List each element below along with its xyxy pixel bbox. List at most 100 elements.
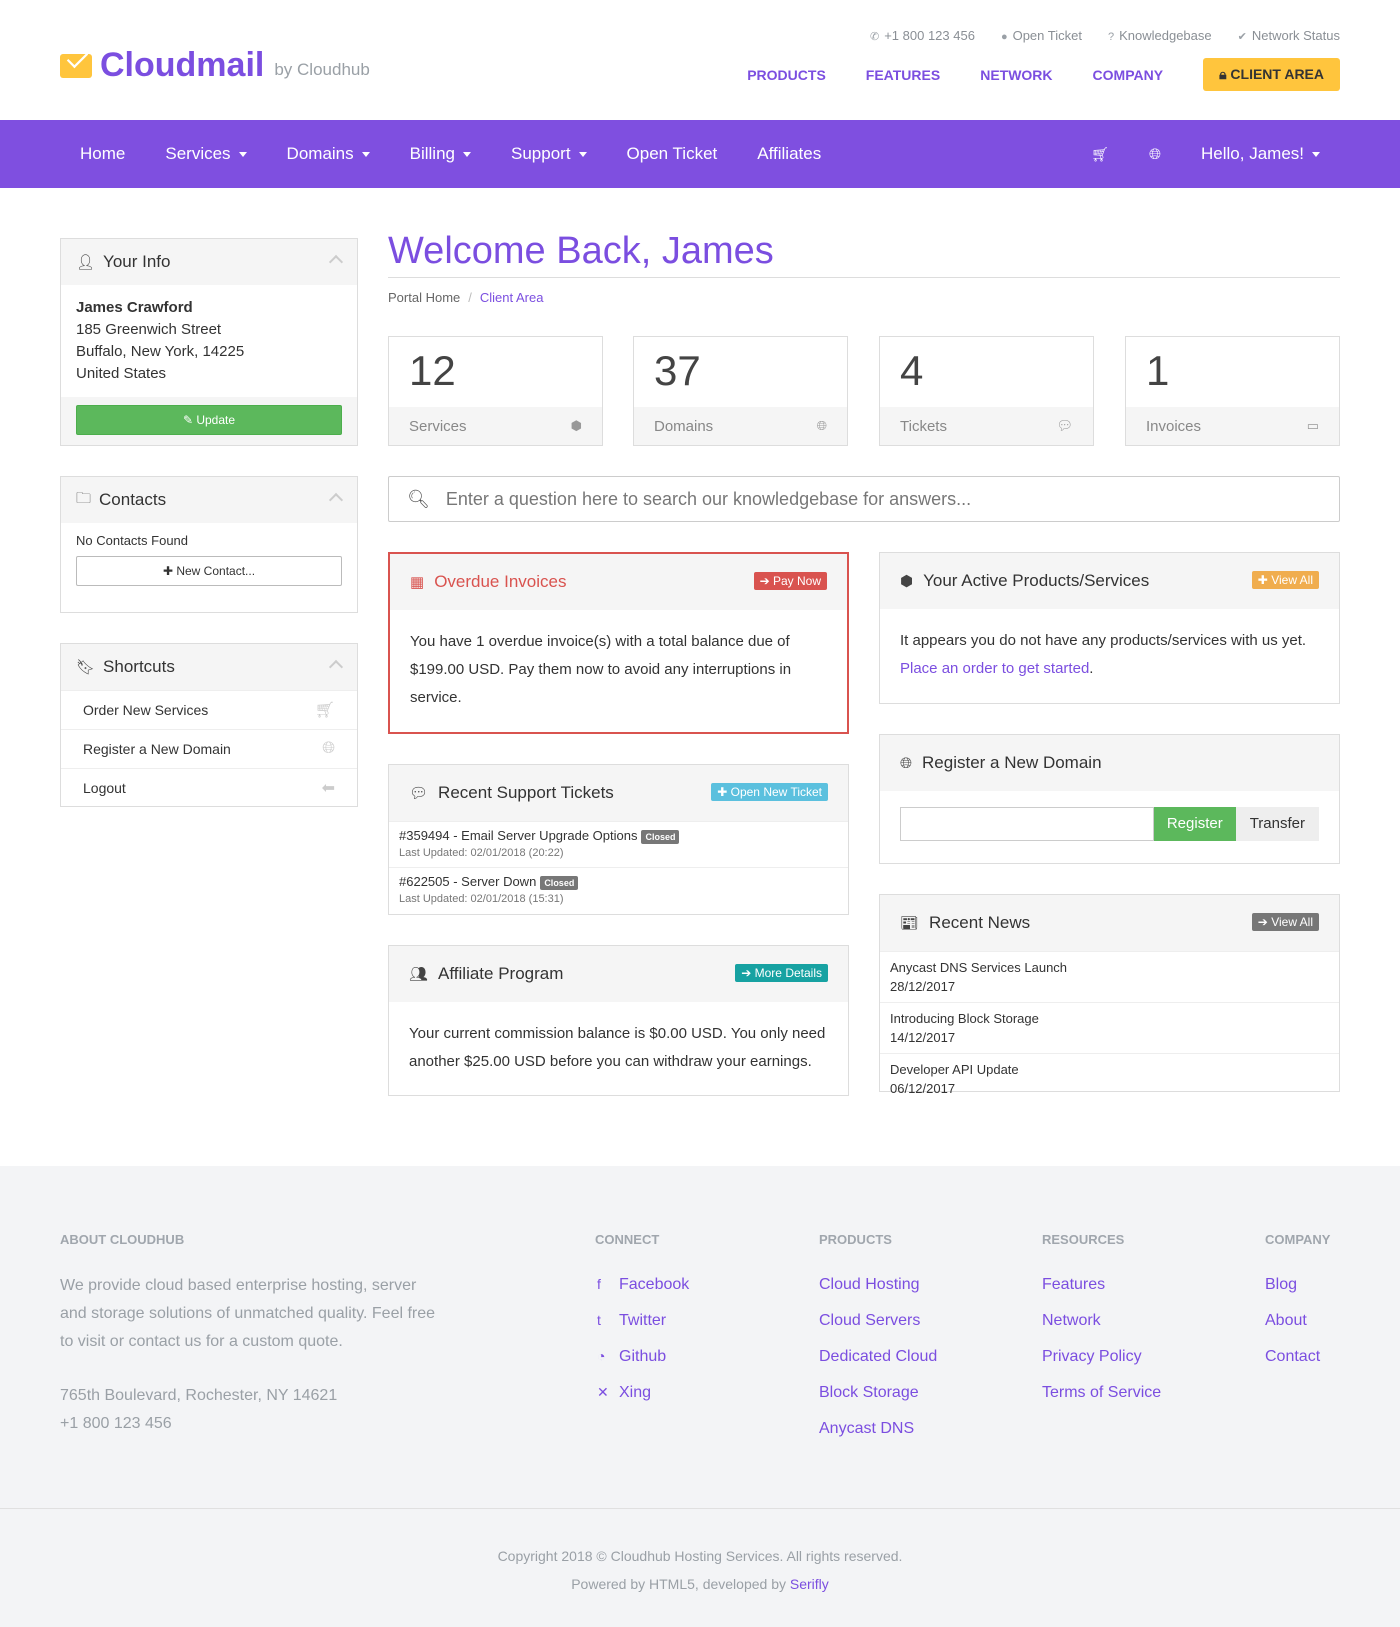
- address-line: 185 Greenwich Street: [76, 321, 222, 338]
- more-details-button[interactable]: ➔ More Details: [735, 964, 828, 982]
- nav-services[interactable]: Services: [145, 144, 266, 164]
- knowledgebase-search-input[interactable]: 🔍︎ Enter a question here to search our kn…: [388, 476, 1340, 522]
- comment-icon: ●: [1000, 30, 1008, 43]
- footer-link[interactable]: Block Storage: [819, 1384, 937, 1420]
- nav-company[interactable]: COMPANY: [1093, 67, 1164, 83]
- view-all-news-button[interactable]: ➔ View All: [1251, 913, 1319, 931]
- panel-heading[interactable]: 👤︎ Your Info: [61, 239, 357, 285]
- footer-link[interactable]: Contact: [1265, 1348, 1320, 1384]
- developer-link[interactable]: Serifly: [790, 1576, 829, 1592]
- news-item[interactable]: Introducing Block Storage 14/12/2017: [880, 1002, 1339, 1053]
- nav-features[interactable]: FEATURES: [866, 67, 940, 83]
- plus-icon: ✚: [1257, 573, 1272, 587]
- stat-value: 4: [900, 347, 924, 394]
- nav-open-ticket[interactable]: Open Ticket: [607, 144, 738, 164]
- arrow-right-icon: ➔: [1257, 915, 1272, 929]
- chevron-up-icon[interactable]: [328, 492, 344, 508]
- register-button[interactable]: Register: [1153, 807, 1236, 841]
- cart-icon[interactable]: 🛒︎: [1071, 146, 1129, 163]
- footer-resources-list: Features Network Privacy Policy Terms of…: [1042, 1276, 1161, 1420]
- top-link-phone[interactable]: ✆ +1 800 123 456: [870, 28, 975, 43]
- stat-tile-domains[interactable]: 37 Domains 🌐︎: [633, 336, 848, 446]
- chevron-up-icon[interactable]: [328, 254, 344, 270]
- user-menu[interactable]: Hello, James!: [1181, 144, 1340, 164]
- twitter-icon: t: [597, 1312, 601, 1328]
- status-badge: Closed: [641, 830, 680, 844]
- pay-now-button[interactable]: ➔ Pay Now: [753, 572, 827, 590]
- site-footer: ABOUT CLOUDHUB We provide cloud based en…: [0, 1166, 1400, 1627]
- stat-value: 1: [1146, 347, 1170, 394]
- nav-domains[interactable]: Domains: [267, 144, 390, 164]
- nav-billing[interactable]: Billing: [390, 144, 491, 164]
- phone-icon: ✆: [869, 31, 880, 44]
- footer-link[interactable]: About: [1265, 1312, 1320, 1348]
- footer-link-xing[interactable]: ✕ Xing: [597, 1384, 689, 1420]
- caret-down-icon: [578, 152, 587, 158]
- nav-home[interactable]: Home: [60, 144, 145, 164]
- domain-input[interactable]: [900, 807, 1154, 841]
- footer-link-github[interactable]: ◔ Github: [597, 1348, 689, 1384]
- caret-down-icon: [238, 152, 247, 158]
- stat-tile-services[interactable]: 12 Services ⬢: [388, 336, 603, 446]
- chevron-up-icon[interactable]: [328, 659, 344, 675]
- envelope-icon: [60, 54, 92, 78]
- breadcrumb-home[interactable]: Portal Home: [388, 290, 460, 305]
- footer-company-list: Blog About Contact: [1265, 1276, 1320, 1384]
- shortcut-register-domain[interactable]: Register a New Domain 🌐︎: [61, 729, 357, 768]
- view-all-products-button[interactable]: ✚ View All: [1251, 571, 1319, 589]
- shortcut-logout[interactable]: Logout ⬅: [61, 768, 357, 807]
- pencil-icon: ✎: [182, 413, 197, 427]
- active-products-card: ⬢ Your Active Products/Services ✚ View Al…: [879, 552, 1340, 704]
- top-link-knowledgebase[interactable]: ? Knowledgebase: [1108, 28, 1212, 43]
- footer-link[interactable]: Cloud Servers: [819, 1312, 937, 1348]
- caret-down-icon: [463, 152, 471, 158]
- stat-tile-invoices[interactable]: 1 Invoices ▭: [1125, 336, 1340, 446]
- footer-link[interactable]: Blog: [1265, 1276, 1320, 1312]
- client-area-button[interactable]: 🔒︎ CLIENT AREA: [1203, 58, 1340, 91]
- shortcuts-panel: 🔖︎ Shortcuts Order New Services 🛒︎ Registe…: [60, 643, 358, 807]
- stat-tile-tickets[interactable]: 4 Tickets 💬︎: [879, 336, 1094, 446]
- brand-logo[interactable]: Cloudmail by Cloudhub: [60, 48, 370, 82]
- top-link-open-ticket[interactable]: ● Open Ticket: [1001, 28, 1082, 43]
- nav-network[interactable]: NETWORK: [980, 67, 1052, 83]
- shortcut-order-services[interactable]: Order New Services 🛒︎: [61, 690, 357, 729]
- panel-heading[interactable]: 🗀︎ Contacts: [61, 477, 357, 523]
- footer-link[interactable]: Anycast DNS: [819, 1420, 937, 1456]
- footer-link[interactable]: Network: [1042, 1312, 1161, 1348]
- footer-link[interactable]: Dedicated Cloud: [819, 1348, 937, 1384]
- products-empty-text: It appears you do not have any products/…: [900, 632, 1307, 649]
- address-country: United States: [76, 365, 167, 382]
- transfer-button[interactable]: Transfer: [1235, 807, 1319, 841]
- ticket-row[interactable]: #359494 - Email Server Upgrade Options Cl…: [389, 821, 848, 867]
- footer-copyright: Copyright 2018 © Cloudhub Hosting Servic…: [497, 1548, 903, 1592]
- footer-link-twitter[interactable]: t Twitter: [597, 1312, 689, 1348]
- globe-icon: 🌐︎: [900, 754, 913, 772]
- update-button[interactable]: ✎ Update: [76, 405, 342, 435]
- place-order-link[interactable]: Place an order to get started: [900, 660, 1089, 677]
- lock-icon: 🔒︎: [1219, 66, 1231, 82]
- footer-link[interactable]: Terms of Service: [1042, 1384, 1161, 1420]
- card-title: Recent News: [929, 913, 1031, 932]
- open-new-ticket-button[interactable]: ✚ Open New Ticket: [711, 783, 828, 801]
- nav-affiliates[interactable]: Affiliates: [737, 144, 841, 164]
- status-badge: Closed: [540, 876, 579, 890]
- affiliate-program-card: 👥︎ Affiliate Program ➔ More Details Your …: [388, 945, 849, 1096]
- panel-heading[interactable]: 🔖︎ Shortcuts: [61, 644, 357, 690]
- ticket-row[interactable]: #622505 - Server Down Closed Last Updated:…: [389, 867, 848, 913]
- nav-support[interactable]: Support: [491, 144, 607, 164]
- footer-link[interactable]: Features: [1042, 1276, 1161, 1312]
- globe-icon[interactable]: 🌐︎: [1129, 146, 1181, 163]
- top-links: ✆ +1 800 123 456 ● Open Ticket ? Knowledgeb…: [870, 28, 1340, 43]
- footer-link[interactable]: Cloud Hosting: [819, 1276, 937, 1312]
- card-title: Your Active Products/Services: [923, 571, 1150, 590]
- nav-products[interactable]: PRODUCTS: [747, 67, 826, 83]
- new-contact-button[interactable]: ✚ New Contact...: [76, 556, 342, 586]
- news-item[interactable]: Anycast DNS Services Launch 28/12/2017: [880, 951, 1339, 1002]
- stat-value: 12: [409, 347, 456, 394]
- footer-link[interactable]: Privacy Policy: [1042, 1348, 1161, 1384]
- question-icon: ?: [1107, 30, 1115, 43]
- footer-link-facebook[interactable]: f Facebook: [597, 1276, 689, 1312]
- top-link-network-status[interactable]: ✔ Network Status: [1238, 28, 1340, 43]
- overdue-invoices-card: ▦ Overdue Invoices ➔ Pay Now You have 1 o…: [388, 552, 849, 734]
- news-item[interactable]: Developer API Update 06/12/2017: [880, 1053, 1339, 1104]
